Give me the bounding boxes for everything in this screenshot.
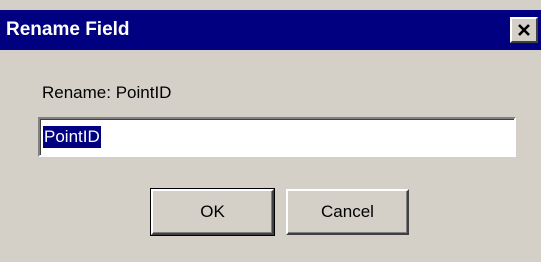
new-name-input[interactable]: PointID bbox=[38, 117, 516, 157]
ok-button[interactable]: OK bbox=[150, 188, 275, 236]
title-bar[interactable]: Rename Field bbox=[0, 10, 541, 50]
window-title: Rename Field bbox=[6, 19, 130, 40]
rename-prompt-label: Rename: PointID bbox=[42, 83, 172, 102]
field-selected-text: PointID bbox=[43, 126, 101, 148]
close-button[interactable] bbox=[510, 17, 538, 43]
close-icon bbox=[518, 24, 530, 36]
rename-field-dialog: Rename Field Rename: PointID PointID OK … bbox=[0, 0, 541, 262]
cancel-button[interactable]: Cancel bbox=[286, 189, 409, 235]
